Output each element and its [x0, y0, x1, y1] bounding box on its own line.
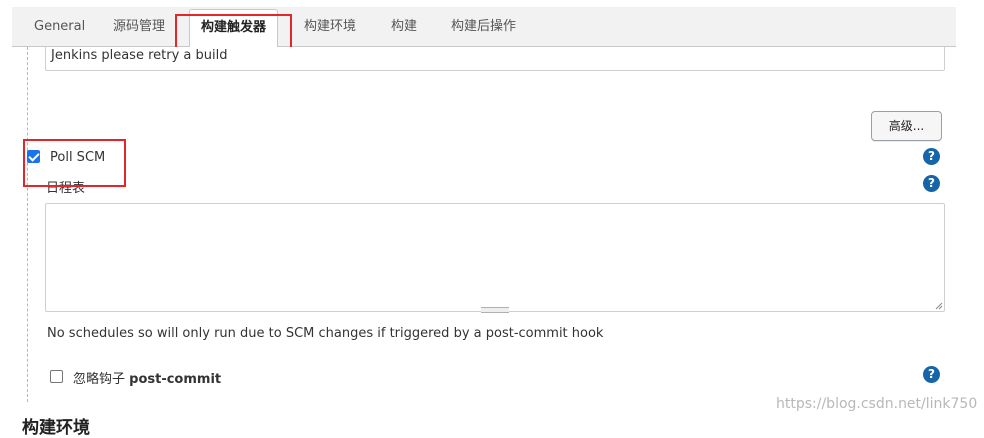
textarea-expand-handle[interactable] — [481, 307, 509, 313]
section-guide-line — [27, 47, 28, 402]
poll-scm-highlight-box — [23, 139, 126, 187]
tab-build-environment[interactable]: 构建环境 — [304, 7, 356, 46]
tab-build[interactable]: 构建 — [391, 7, 417, 46]
ignore-post-commit-help-icon[interactable]: ? — [923, 366, 940, 383]
tab-bar: General 源码管理 构建触发器 构建环境 构建 构建后操作 — [12, 7, 956, 50]
retry-comment-input[interactable]: Jenkins please retry a build — [45, 47, 945, 71]
poll-scm-help-icon[interactable]: ? — [923, 148, 940, 165]
tab-general[interactable]: General — [34, 7, 85, 46]
ignore-post-commit-label-prefix: 忽略钩子 — [73, 372, 130, 387]
build-environment-section-title: 构建环境 — [22, 418, 90, 438]
resize-grip-icon[interactable] — [935, 302, 943, 310]
schedule-help-icon[interactable]: ? — [923, 175, 940, 192]
retry-comment-value: Jenkins please retry a build — [51, 48, 228, 63]
tab-post-build[interactable]: 构建后操作 — [451, 7, 516, 46]
ignore-post-commit-checkbox[interactable] — [50, 370, 63, 383]
tab-source-code[interactable]: 源码管理 — [113, 7, 165, 46]
watermark: https://blog.csdn.net/link750 — [776, 396, 978, 412]
ignore-post-commit-label-bold: post-commit — [129, 372, 222, 387]
advanced-button[interactable]: 高级... — [871, 111, 942, 141]
schedule-textarea[interactable] — [45, 203, 945, 313]
ignore-post-commit-label[interactable]: 忽略钩子 post-commit — [73, 368, 221, 387]
schedule-hint-text: No schedules so will only run due to SCM… — [47, 326, 604, 341]
